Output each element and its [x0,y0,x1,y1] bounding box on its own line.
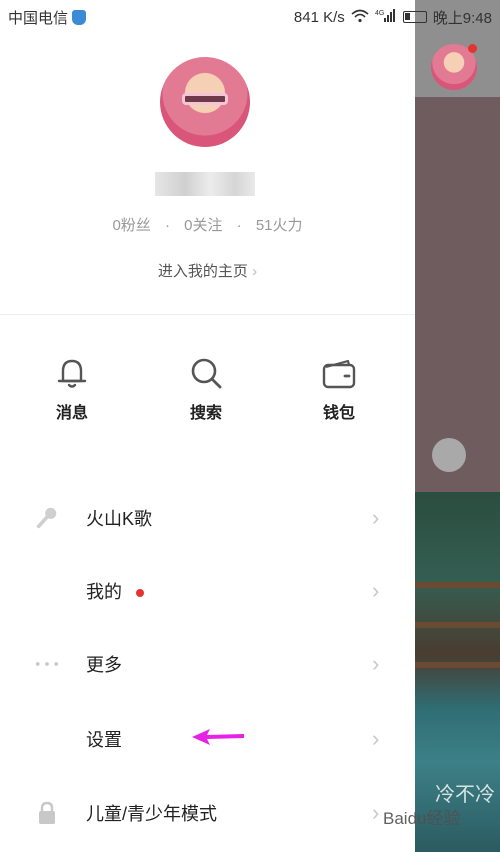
signal-icon: 4G [375,8,397,26]
menu-item-label: 更多 [86,655,122,675]
menu-item-more[interactable]: 更多 › [0,639,415,689]
red-dot-badge [136,589,144,598]
chevron-right-icon: › [372,726,380,751]
fire-power-count[interactable]: 51火力 [256,217,303,234]
carrier-label: 中国电信 [8,9,69,27]
wifi-icon [351,9,369,26]
menu-item-teen-mode[interactable]: 儿童/青少年模式 › [0,788,415,838]
menu-item-mine[interactable]: 我的 › [0,566,415,616]
chevron-right-icon: › [252,263,258,280]
profile-stats: 0粉丝 · 0关注 · 51火力 [0,214,415,235]
search-label: 搜索 [189,405,222,422]
feed-video-card[interactable] [415,97,500,492]
chevron-right-icon: › [372,505,380,530]
wallet-label: 钱包 [322,405,355,422]
homepage-link[interactable]: 进入我的主页 › [0,260,415,281]
clock: 晚上9:48 [432,9,492,27]
menu-item-text: 我的 [86,582,122,602]
wallet-icon [321,355,357,391]
shield-icon [72,9,87,25]
side-drawer: 0粉丝 · 0关注 · 51火力 进入我的主页 › 消息 搜索 钱包 火山K歌 … [0,0,415,852]
profile-avatar-small[interactable] [431,44,477,90]
annotation-arrow-icon [192,729,244,745]
status-right: 841 K/s 4G 晚上9:48 [294,7,492,28]
network-speed: 841 K/s [293,8,345,26]
messages-button[interactable]: 消息 [22,355,122,423]
notification-dot [468,44,477,53]
chevron-right-icon: › [372,800,380,825]
divider [0,314,415,315]
lock-icon [35,801,59,825]
username-blurred [155,172,255,196]
search-icon [188,355,224,391]
homepage-link-label: 进入我的主页 [157,263,248,280]
status-bar: 中国电信 841 K/s 4G 晚上9:48 [0,0,500,34]
messages-label: 消息 [55,405,88,422]
menu-item-karaoke[interactable]: 火山K歌 › [0,493,415,543]
chevron-right-icon: › [372,651,380,676]
microphone-icon [35,506,59,530]
network-type-label: 4G [375,10,384,17]
bell-icon [54,355,90,391]
more-dots-icon [35,652,59,676]
avatar-glasses [182,93,228,105]
menu-item-label: 火山K歌 [86,509,153,529]
stat-separator: · [236,217,242,234]
baidu-watermark: Baidu经验 [383,809,461,828]
menu-item-label: 我的 [86,578,144,604]
overlay-caption: 冷不冷 [435,784,495,806]
wallet-button[interactable]: 钱包 [289,355,389,423]
followers-count[interactable]: 0粉丝 [112,217,150,234]
chevron-right-icon: › [372,578,380,603]
status-left: 中国电信 [8,7,87,28]
menu-item-label: 儿童/青少年模式 [86,804,218,824]
user-avatar-placeholder-icon[interactable] [432,438,466,472]
search-button[interactable]: 搜索 [156,355,256,423]
profile-avatar[interactable] [160,57,250,147]
stat-separator: · [164,217,170,234]
background-feed[interactable]: 冷不冷 [415,0,500,852]
battery-icon [402,11,427,23]
menu-item-label: 设置 [86,730,122,750]
following-count[interactable]: 0关注 [184,217,222,234]
